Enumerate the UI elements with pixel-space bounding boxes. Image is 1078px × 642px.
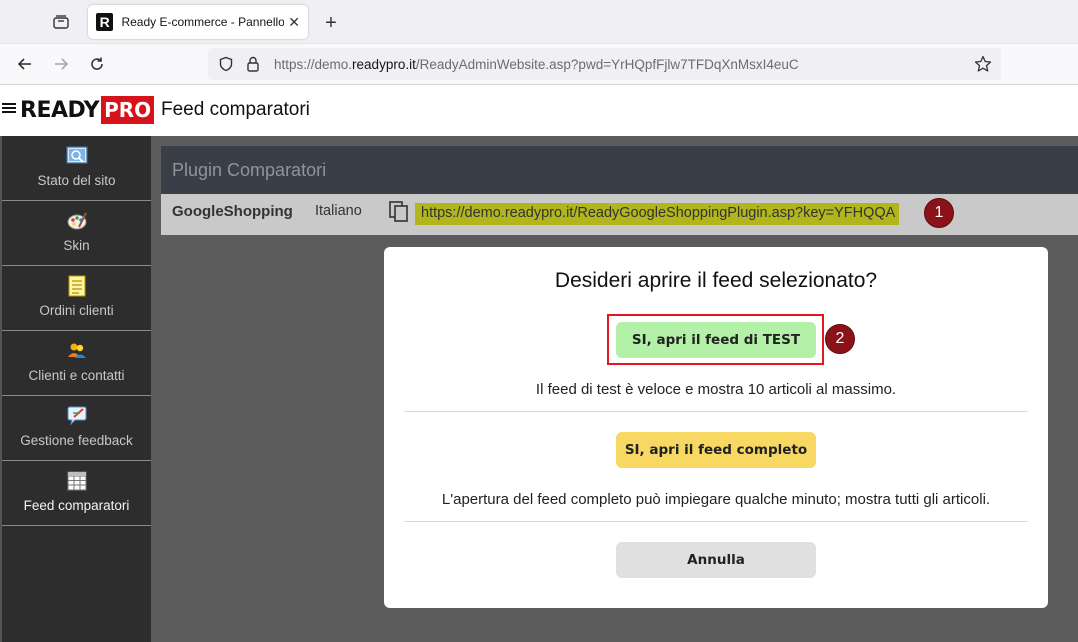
browser-navbar: https://demo.readypro.it/ReadyAdminWebsi… [0, 44, 1078, 85]
open-full-feed-button[interactable]: SI, apri il feed completo [616, 432, 816, 468]
logo-ready-text: READY [20, 97, 100, 123]
url-prefix: https://demo. [274, 56, 353, 72]
hamburger-menu-icon[interactable] [2, 101, 16, 115]
notepad-icon [66, 275, 88, 297]
plugin-name: GoogleShopping [172, 203, 293, 220]
full-feed-note: L'apertura del feed completo può impiega… [441, 491, 991, 508]
forward-button[interactable] [49, 52, 73, 76]
panel-title: Plugin Comparatori [172, 159, 327, 180]
dialog-title: Desideri aprire il feed selezionato? [554, 269, 878, 292]
address-bar[interactable]: https://demo.readypro.it/ReadyAdminWebsi… [208, 48, 1001, 80]
tab-overview-icon [53, 15, 69, 29]
page-title: Feed comparatori [161, 99, 310, 120]
sidebar-item-label: Clienti e contatti [28, 368, 125, 383]
sidebar-item-feed-comparatori[interactable]: Feed comparatori [2, 461, 151, 526]
cancel-button[interactable]: Annulla [616, 542, 816, 578]
divider [404, 411, 1028, 412]
reload-icon [91, 57, 103, 70]
divider [404, 521, 1028, 522]
url-path: /ReadyAdminWebsite.asp?pwd=YrHQpfFjlw7TF… [415, 56, 799, 72]
step-marker-2: 2 [825, 324, 855, 354]
back-arrow-icon [17, 58, 31, 70]
bookmark-star-button[interactable] [973, 54, 993, 74]
sidebar-item-clienti-e-contatti[interactable]: Clienti e contatti [2, 331, 151, 396]
test-feed-note: Il feed di test è veloce e mostra 10 art… [535, 381, 897, 398]
tab-overview-button[interactable] [46, 8, 76, 36]
logo-pro-text: PRO [101, 96, 155, 124]
app-header: READY PRO Feed comparatori [0, 85, 1078, 136]
site-status-icon [65, 145, 88, 167]
sidebar: Stato del sito Skin Ordini clienti Clien… [0, 136, 151, 642]
tab-close-icon[interactable]: ✕ [288, 14, 300, 31]
readypro-logo[interactable]: READY PRO [20, 96, 155, 124]
grid-icon [66, 470, 88, 492]
sidebar-item-label: Ordini clienti [39, 303, 114, 318]
readypro-favicon-icon: R [96, 13, 114, 31]
url-text: https://demo.readypro.it/ReadyAdminWebsi… [274, 57, 799, 72]
browser-tab[interactable]: R Ready E-commerce - Pannello ✕ [88, 5, 308, 39]
sidebar-item-skin[interactable]: Skin [2, 201, 151, 266]
sidebar-item-label: Stato del sito [37, 173, 116, 188]
sidebar-item-label: Skin [63, 238, 90, 253]
browser-tabstrip: R Ready E-commerce - Pannello ✕ + [0, 0, 1078, 44]
sidebar-item-ordini-clienti[interactable]: Ordini clienti [2, 266, 151, 331]
feedback-icon [66, 405, 88, 427]
plugin-language: Italiano [315, 203, 362, 219]
sidebar-item-label: Feed comparatori [23, 498, 130, 513]
url-host: readypro.it [352, 56, 416, 72]
forward-arrow-icon [55, 58, 69, 70]
sidebar-item-gestione-feedback[interactable]: Gestione feedback [2, 396, 151, 461]
sidebar-item-stato-del-sito[interactable]: Stato del sito [2, 136, 151, 201]
back-button[interactable] [13, 52, 37, 76]
new-tab-button[interactable]: + [318, 10, 344, 36]
tab-title: Ready E-commerce - Pannello [121, 15, 285, 29]
open-test-feed-button[interactable]: SI, apri il feed di TEST [616, 322, 816, 358]
shield-icon[interactable] [218, 56, 234, 72]
sidebar-item-label: Gestione feedback [20, 433, 133, 448]
feed-url-link[interactable]: https://demo.readypro.it/ReadyGoogleShop… [415, 203, 900, 225]
reload-button[interactable] [85, 52, 109, 76]
step-marker-1: 1 [924, 198, 954, 228]
users-icon [66, 340, 88, 362]
palette-icon [66, 210, 88, 232]
panel-header: Plugin Comparatori [161, 146, 1078, 194]
star-icon [974, 55, 992, 72]
open-feed-dialog: Desideri aprire il feed selezionato? SI,… [384, 247, 1048, 608]
lock-icon[interactable] [246, 56, 260, 72]
copy-icon[interactable] [388, 200, 410, 222]
